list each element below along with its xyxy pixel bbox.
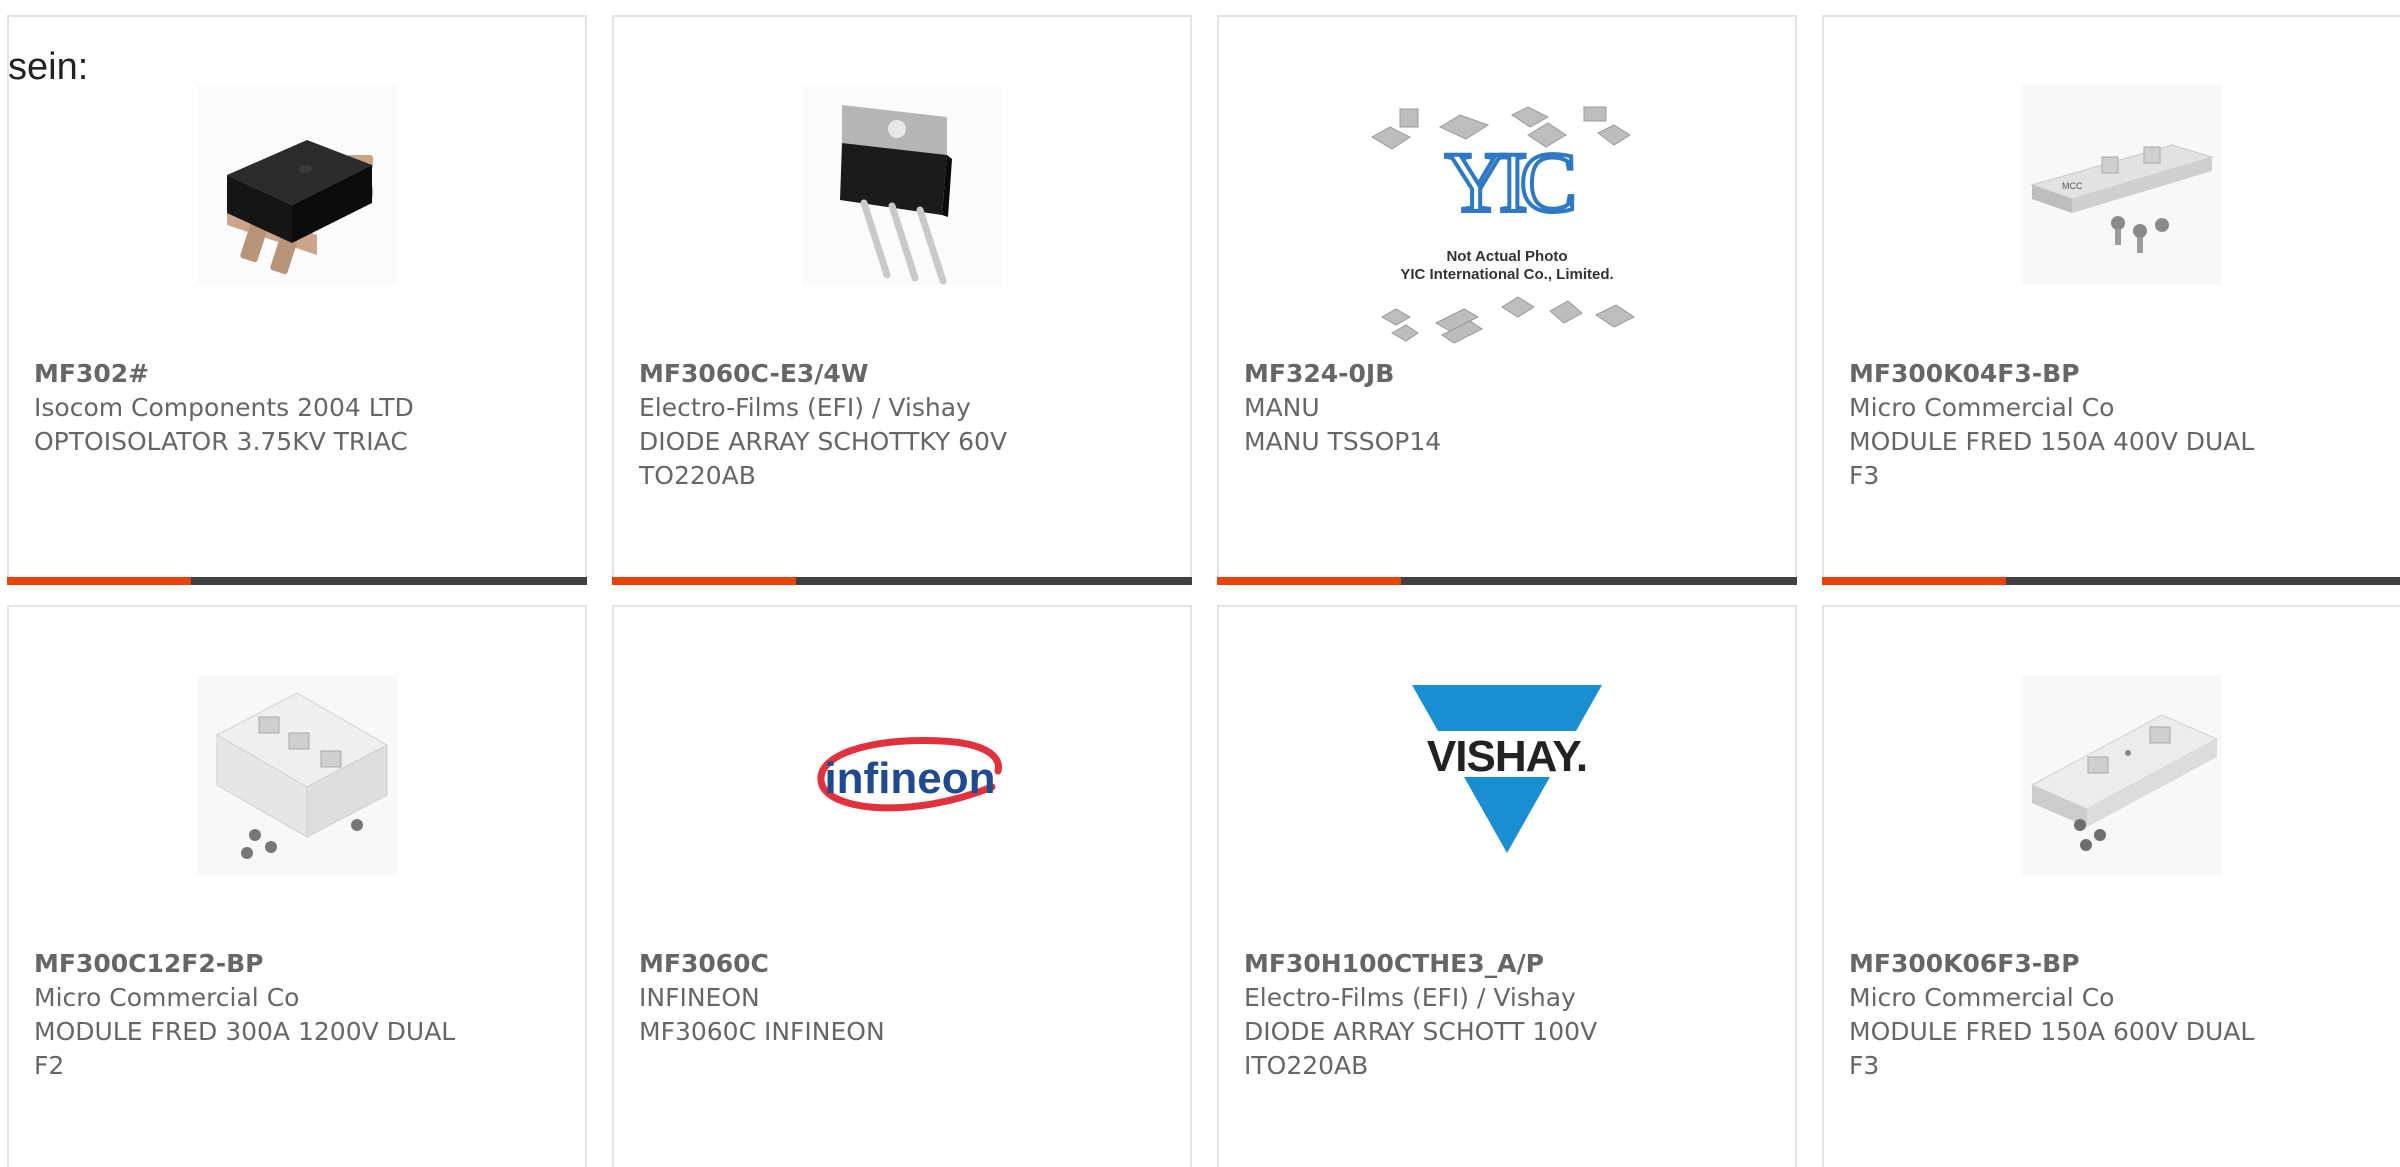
part-number[interactable]: MF3060C-E3/4W	[639, 357, 1079, 391]
product-image[interactable]: VISHAY.	[1407, 675, 1607, 875]
module-f3-image	[2022, 675, 2222, 875]
part-number[interactable]: MF324-0JB	[1244, 357, 1684, 391]
part-number[interactable]: MF300K06F3-BP	[1849, 947, 2289, 981]
card-bottom-bar	[1822, 577, 2400, 585]
product-image[interactable]	[197, 85, 397, 285]
product-image[interactable]	[2022, 675, 2222, 875]
svg-text:MCC: MCC	[2062, 181, 2083, 191]
product-info: MF30H100CTHE3_A/P Electro-Films (EFI) / …	[1244, 947, 1684, 1083]
description: OPTOISOLATOR 3.75KV TRIAC	[34, 427, 408, 456]
manufacturer: Electro-Films (EFI) / Vishay	[1244, 983, 1576, 1012]
description: DIODE ARRAY SCHOTTKY 60V TO220AB	[639, 427, 1008, 490]
card-accent	[7, 577, 191, 585]
card-bottom-bar	[1217, 577, 1797, 585]
description: MODULE FRED 150A 400V DUAL F3	[1849, 427, 2255, 490]
part-number[interactable]: MF3060C	[639, 947, 1079, 981]
product-info: MF3060C INFINEON MF3060C INFINEON	[639, 947, 1079, 1049]
manufacturer: MANU	[1244, 393, 1320, 422]
product-image[interactable]	[197, 675, 397, 875]
part-number[interactable]: MF300C12F2-BP	[34, 947, 474, 981]
card-bottom-bar	[7, 577, 587, 585]
infineon-logo: infineon	[792, 675, 1012, 875]
product-card[interactable]: VISHAY. MF30H100CTHE3_A/P Electro-Films …	[1217, 605, 1797, 1167]
card-bottom-bar	[612, 577, 1192, 585]
product-image[interactable]: YIC Not Actual Photo YIC International C…	[1362, 97, 1652, 347]
product-info: MF300C12F2-BP Micro Commercial Co MODULE…	[34, 947, 474, 1083]
manufacturer: Micro Commercial Co	[1849, 983, 2115, 1012]
manufacturer: Electro-Films (EFI) / Vishay	[639, 393, 971, 422]
manufacturer: INFINEON	[639, 983, 760, 1012]
to220-diode-image	[802, 85, 1002, 285]
product-info: MF324-0JB MANU MANU TSSOP14	[1244, 357, 1684, 459]
product-info: MF302# Isocom Components 2004 LTD OPTOIS…	[34, 357, 474, 459]
card-accent	[1217, 577, 1401, 585]
description: MODULE FRED 300A 1200V DUAL F2	[34, 1017, 456, 1080]
product-card[interactable]: MF300K06F3-BP Micro Commercial Co MODULE…	[1822, 605, 2400, 1167]
product-listing-page: sein: MF302# Isocom Components 2004 LTD …	[0, 0, 2400, 1167]
intro-text: sein:	[8, 46, 89, 88]
yic-placeholder-image: YIC Not Actual Photo YIC International C…	[1362, 97, 1652, 347]
infineon-logo-text: infineon	[824, 754, 995, 803]
product-info: MF300K04F3-BP Micro Commercial Co MODULE…	[1849, 357, 2289, 493]
product-image[interactable]	[802, 85, 1002, 285]
card-accent	[1822, 577, 2006, 585]
product-card[interactable]: MF300C12F2-BP Micro Commercial Co MODULE…	[7, 605, 587, 1167]
product-info: MF3060C-E3/4W Electro-Films (EFI) / Vish…	[639, 357, 1079, 493]
module-f2-image	[197, 675, 397, 875]
part-number[interactable]: MF300K04F3-BP	[1849, 357, 2289, 391]
module-f3-image: MCC	[2022, 85, 2222, 285]
optoisolator-chip-image	[197, 85, 397, 285]
manufacturer: Micro Commercial Co	[1849, 393, 2115, 422]
product-image[interactable]: MCC	[2022, 85, 2222, 285]
product-grid: MF302# Isocom Components 2004 LTD OPTOIS…	[7, 15, 2400, 1167]
description: MODULE FRED 150A 600V DUAL F3	[1849, 1017, 2255, 1080]
card-accent	[612, 577, 796, 585]
placeholder-line2: YIC International Co., Limited.	[1400, 266, 1613, 283]
placeholder-line1: Not Actual Photo	[1446, 248, 1567, 265]
description: DIODE ARRAY SCHOTT 100V ITO220AB	[1244, 1017, 1598, 1080]
product-card[interactable]: MF3060C-E3/4W Electro-Films (EFI) / Vish…	[612, 15, 1192, 585]
vishay-logo-text: VISHAY.	[1427, 732, 1587, 781]
product-card[interactable]: infineon MF3060C INFINEON MF3060C INFINE…	[612, 605, 1192, 1167]
svg-text:YIC: YIC	[1445, 134, 1573, 230]
manufacturer: Micro Commercial Co	[34, 983, 300, 1012]
product-card[interactable]: MF302# Isocom Components 2004 LTD OPTOIS…	[7, 15, 587, 585]
vishay-logo: VISHAY.	[1407, 675, 1607, 875]
manufacturer: Isocom Components 2004 LTD	[34, 393, 414, 422]
product-card[interactable]: MCC MF300K04F3-BP Micro Commercial Co MO…	[1822, 15, 2400, 585]
product-image[interactable]: infineon	[792, 675, 1012, 875]
part-number[interactable]: MF302#	[34, 357, 474, 391]
description: MF3060C INFINEON	[639, 1017, 885, 1046]
description: MANU TSSOP14	[1244, 427, 1442, 456]
part-number[interactable]: MF30H100CTHE3_A/P	[1244, 947, 1684, 981]
product-info: MF300K06F3-BP Micro Commercial Co MODULE…	[1849, 947, 2289, 1083]
product-card[interactable]: YIC Not Actual Photo YIC International C…	[1217, 15, 1797, 585]
